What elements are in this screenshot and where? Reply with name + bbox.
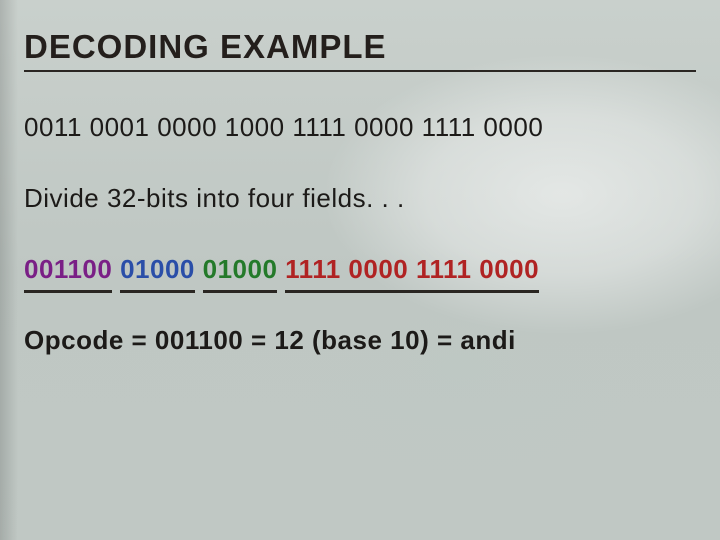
field-underlines <box>24 290 539 293</box>
field-imm: 1111 0000 1111 0000 <box>285 254 539 284</box>
instruction-text: Divide 32-bits into four fields. . . <box>24 183 696 214</box>
field-rs: 01000 <box>120 254 195 284</box>
fields-row: 001100 01000 01000 1111 0000 1111 0000 <box>24 254 696 285</box>
underline-rs <box>120 290 195 293</box>
slide: DECODING EXAMPLE 0011 0001 0000 1000 111… <box>0 0 720 540</box>
result-line: Opcode = 001100 = 12 (base 10) = andi <box>24 325 696 356</box>
raw-bits: 0011 0001 0000 1000 1111 0000 1111 0000 <box>24 112 696 143</box>
underline-opcode <box>24 290 112 293</box>
underline-imm <box>285 290 539 293</box>
underline-rt <box>203 290 278 293</box>
field-rt: 01000 <box>203 254 278 284</box>
fields-text: 001100 01000 01000 1111 0000 1111 0000 <box>24 254 539 284</box>
slide-title: DECODING EXAMPLE <box>24 28 696 72</box>
fields-inner: 001100 01000 01000 1111 0000 1111 0000 <box>24 254 539 285</box>
field-opcode: 001100 <box>24 254 112 284</box>
